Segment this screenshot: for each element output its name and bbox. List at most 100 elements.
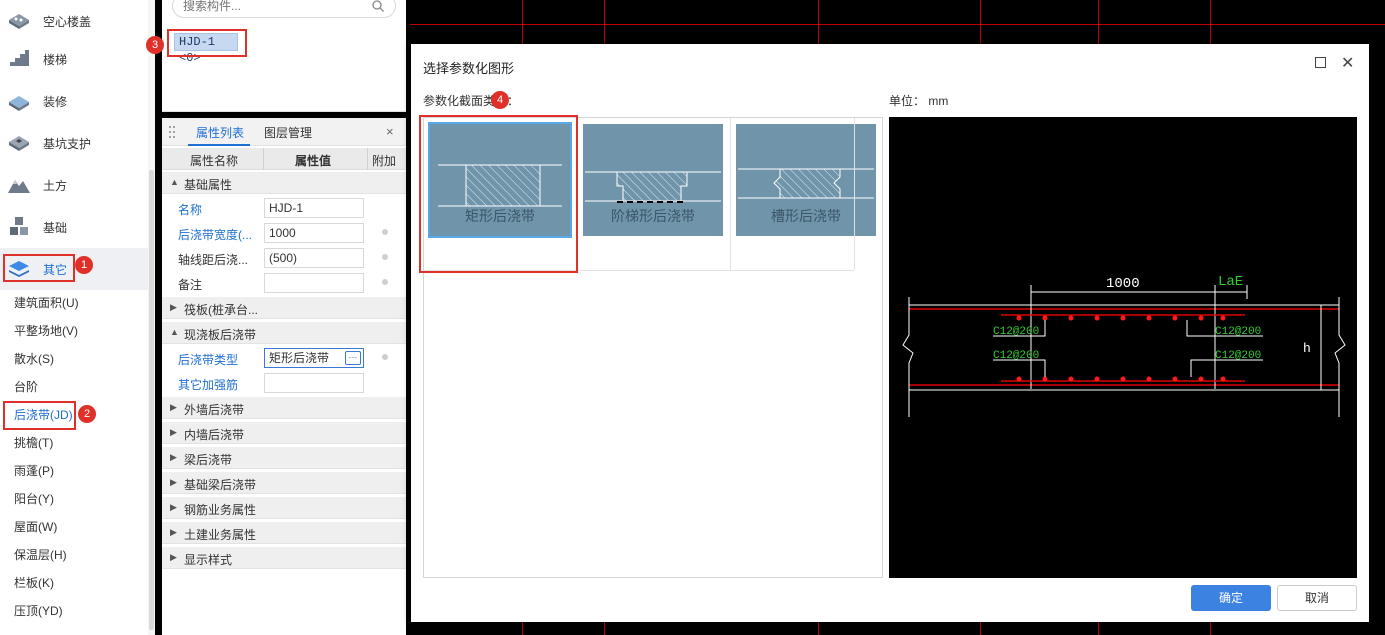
ok-button[interactable]: 确定 (1191, 585, 1271, 611)
extra-checkbox[interactable] (382, 354, 388, 360)
group-label: 外墙后浇带 (184, 403, 245, 417)
shape-stepped[interactable]: 阶梯形后浇带 (583, 124, 723, 236)
hollow-floor-icon (9, 14, 29, 29)
extra-checkbox[interactable] (382, 279, 388, 285)
nav-sub-item[interactable]: 保温层(H) (14, 545, 67, 565)
group-cast-slab[interactable]: ▲ 现浇板后浇带 (162, 322, 406, 344)
nav-pit-support[interactable]: 基坑支护 (0, 122, 148, 164)
collapse-icon: ▲ (170, 177, 179, 187)
prop-row-width: 后浇带宽度(... 1000 (162, 220, 406, 245)
shape-caption: 阶梯形后浇带 (611, 208, 695, 224)
nav-sub-item[interactable]: 栏板(K) (14, 573, 54, 593)
component-tree: 空心楼盖 楼梯 装修 基坑支护 土方 基础 其它 建筑面积(U) 平整场地(V)… (0, 0, 155, 635)
group-label: 基础属性 (184, 178, 233, 192)
prop-label: 名称 (178, 203, 203, 217)
prop-note-field[interactable] (264, 273, 364, 293)
property-table-header: 属性名称 属性值 附加 (162, 148, 406, 170)
highlight-post-pour-strip-item (3, 401, 76, 430)
expand-icon: ▶ (170, 502, 177, 512)
component-search[interactable] (172, 0, 396, 18)
nav-sub-item[interactable]: 台阶 (14, 377, 38, 397)
expand-icon: ▶ (170, 527, 177, 537)
group-label: 筏板(桩承台... (184, 303, 258, 317)
group-label: 现浇板后浇带 (184, 328, 257, 342)
unit-label: 单位： mm (889, 94, 949, 108)
more-options-button[interactable]: ··· (345, 351, 361, 365)
nav-sub-item[interactable]: 建筑面积(U) (14, 293, 79, 313)
prop-label: 轴线距后浇... (178, 253, 249, 267)
drag-handle-icon[interactable] (168, 125, 176, 139)
search-input[interactable] (183, 0, 363, 15)
prop-label: 备注 (178, 278, 203, 292)
nav-sub-item[interactable]: 阳台(Y) (14, 489, 54, 509)
group-found-beam[interactable]: ▶ 基础梁后浇带 (162, 472, 406, 494)
col-divider (367, 148, 368, 170)
gallery-divider (730, 118, 731, 270)
nav-label: 土方 (43, 179, 68, 193)
nav-earthwork[interactable]: 土方 (0, 164, 148, 206)
rebar-label-bottom-right: C12@200 (1215, 350, 1261, 362)
tab-layer-management[interactable]: 图层管理 (264, 124, 312, 141)
group-ext-wall[interactable]: ▶ 外墙后浇带 (162, 397, 406, 419)
nav-sub-item[interactable]: 雨蓬(P) (14, 461, 54, 481)
group-label: 梁后浇带 (184, 453, 233, 467)
expand-icon: ▶ (170, 402, 177, 412)
nav-sub-item[interactable]: 挑檐(T) (14, 433, 53, 453)
shape-grooved[interactable]: 槽形后浇带 (736, 124, 876, 236)
nav-label: 装修 (43, 95, 68, 109)
cancel-button[interactable]: 取消 (1277, 585, 1357, 611)
col-header-value: 属性值 (295, 154, 332, 168)
height-dimension: h (1303, 341, 1311, 356)
group-rebar-biz[interactable]: ▶ 钢筋业务属性 (162, 497, 406, 519)
nav-sub-item[interactable]: 屋面(W) (14, 517, 57, 537)
nav-sub-item[interactable]: 散水(S) (14, 349, 54, 369)
nav-hollow-floor[interactable]: 空心楼盖 (0, 0, 148, 42)
group-civil-biz[interactable]: ▶ 土建业务属性 (162, 522, 406, 544)
prop-width-field[interactable]: 1000 (264, 223, 364, 243)
nav-decoration[interactable]: 装修 (0, 80, 148, 122)
rebar-label-bottom-left: C12@200 (993, 350, 1039, 362)
prop-row-extra-rebar: 其它加强筋 (162, 370, 406, 395)
group-display[interactable]: ▶ 显示样式 (162, 547, 406, 569)
pit-support-icon (9, 136, 29, 151)
prop-type-field[interactable]: 矩形后浇带 ··· (264, 348, 364, 368)
group-beam[interactable]: ▶ 梁后浇带 (162, 447, 406, 469)
prop-row-name: 名称 HJD-1 (162, 195, 406, 220)
cad-grid-line (410, 24, 1385, 25)
nav-foundation[interactable]: 基础 (0, 206, 148, 248)
highlight-other-category (3, 254, 75, 282)
close-icon[interactable]: × (386, 124, 394, 139)
search-icon[interactable] (371, 0, 385, 13)
group-label: 显示样式 (184, 553, 233, 567)
property-tabs: 属性列表 图层管理 × (162, 118, 406, 146)
collapse-icon: ▲ (170, 327, 179, 337)
close-icon[interactable]: ✕ (1341, 53, 1354, 73)
prop-offset-field[interactable]: (500) (264, 248, 364, 268)
maximize-icon[interactable] (1315, 57, 1326, 68)
prop-name-field[interactable]: HJD-1 (264, 198, 364, 218)
group-basic[interactable]: ▲ 基础属性 (162, 172, 406, 194)
prop-extra-rebar-field[interactable] (264, 373, 364, 393)
nav-sub-item[interactable]: 平整场地(V) (14, 321, 78, 341)
prop-label: 后浇带类型 (178, 353, 239, 367)
stairs-icon (10, 50, 29, 66)
post-pour-strip-section-drawing: 1000 LaE C12@200 C12@200 C12@200 C12@200… (902, 274, 1346, 417)
col-divider (263, 148, 264, 170)
width-dimension: 1000 (1106, 276, 1140, 292)
group-label: 土建业务属性 (184, 528, 257, 542)
foundation-icon (10, 217, 28, 235)
nav-stairs[interactable]: 楼梯 (0, 38, 148, 80)
prop-type-value: 矩形后浇带 (269, 351, 330, 365)
group-raft[interactable]: ▶ 筏板(桩承台... (162, 297, 406, 319)
nav-sub-item[interactable]: 压顶(YD) (14, 601, 63, 621)
prop-row-type: 后浇带类型 矩形后浇带 ··· (162, 345, 406, 370)
prop-row-offset: 轴线距后浇... (500) (162, 245, 406, 270)
decoration-icon (9, 96, 29, 111)
nav-scrollbar-thumb[interactable] (149, 170, 154, 630)
nav-label: 基础 (43, 221, 68, 235)
extra-checkbox[interactable] (382, 254, 388, 260)
tab-attribute-list[interactable]: 属性列表 (196, 124, 244, 141)
group-int-wall[interactable]: ▶ 内墙后浇带 (162, 422, 406, 444)
extra-checkbox[interactable] (382, 229, 388, 235)
prop-row-note: 备注 (162, 270, 406, 295)
